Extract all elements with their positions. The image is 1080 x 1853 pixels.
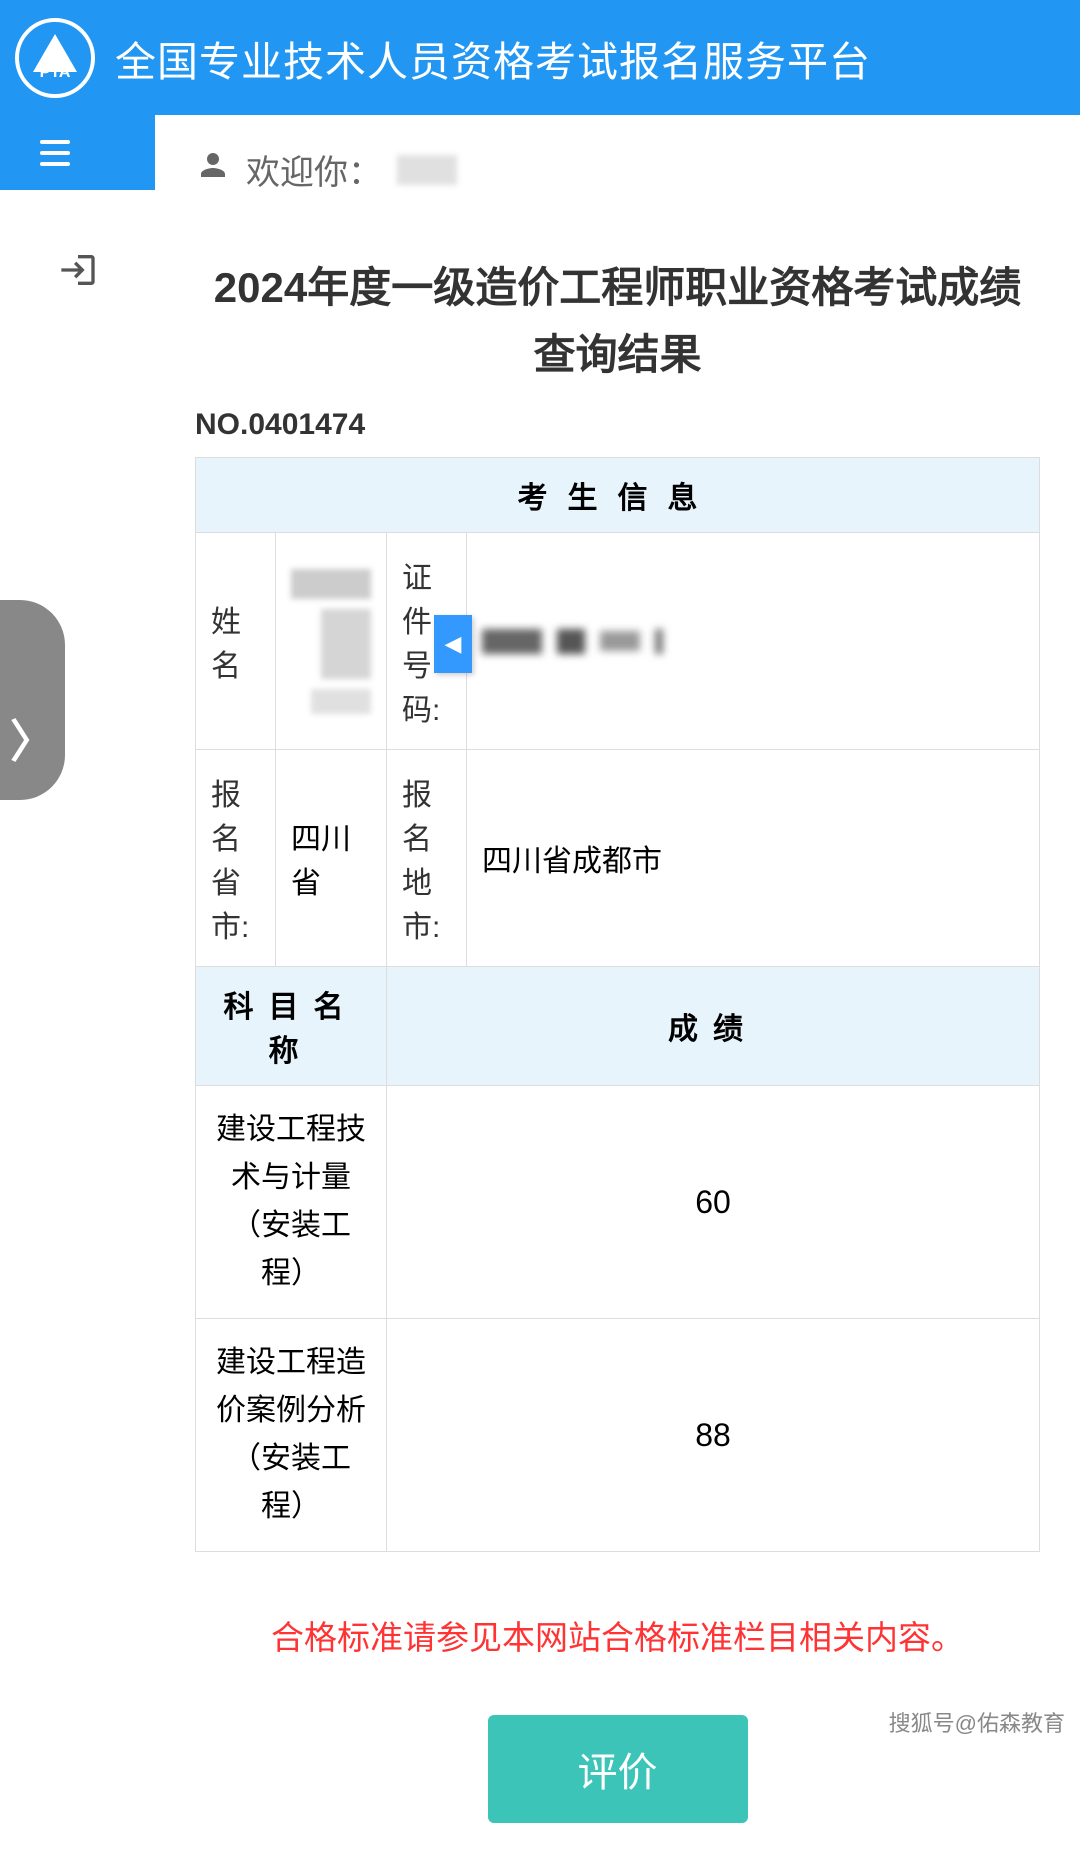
subheader-bar bbox=[0, 115, 155, 190]
subject-name-0: 建设工程技术与计量（安装工程） bbox=[196, 1086, 387, 1319]
floating-tab-arrow-icon[interactable]: ◀ bbox=[434, 615, 472, 673]
redacted-username bbox=[397, 155, 457, 185]
redacted-id bbox=[482, 629, 1024, 654]
watermark-text: 搜狐号@佑森教育 bbox=[889, 1706, 1065, 1738]
score-header: 成绩 bbox=[387, 967, 1040, 1086]
subject-score-1: 88 bbox=[387, 1319, 1040, 1552]
login-icon[interactable] bbox=[58, 250, 98, 300]
reg-province-value: 四川省 bbox=[276, 750, 387, 967]
platform-title: 全国专业技术人员资格考试报名服务平台 bbox=[115, 28, 871, 88]
subject-name-1: 建设工程造价案例分析（安装工程） bbox=[196, 1319, 387, 1552]
name-label: 姓名 bbox=[196, 533, 276, 750]
content-area: 欢迎你： 2024年度一级造价工程师职业资格考试成绩查询结果 NO.040147… bbox=[155, 115, 1080, 1853]
subject-header: 科目名称 bbox=[196, 967, 387, 1086]
page-title: 2024年度一级造价工程师职业资格考试成绩查询结果 bbox=[195, 254, 1040, 388]
floating-nav-handle[interactable]: 〉 bbox=[0, 600, 65, 800]
welcome-row: 欢迎你： bbox=[195, 145, 1040, 194]
pta-logo: PTA bbox=[15, 18, 95, 98]
top-header: PTA 全国专业技术人员资格考试报名服务平台 bbox=[0, 0, 1080, 115]
user-icon bbox=[195, 147, 231, 192]
notice-text: 合格标准请参见本网站合格标准栏目相关内容。 bbox=[195, 1602, 1040, 1675]
subject-score-0: 60 bbox=[387, 1086, 1040, 1319]
reg-province-label: 报名省市: bbox=[196, 750, 276, 967]
reg-city-label: 报名地市: bbox=[387, 750, 467, 967]
table-row: 建设工程技术与计量（安装工程） 60 bbox=[196, 1086, 1040, 1319]
hamburger-menu-icon[interactable] bbox=[40, 140, 70, 166]
table-row: 建设工程造价案例分析（安装工程） 88 bbox=[196, 1319, 1040, 1552]
sidebar bbox=[0, 190, 155, 300]
reg-city-value: 四川省成都市 bbox=[467, 750, 1040, 967]
results-table: 考生信息 姓名 证件号码: bbox=[195, 457, 1040, 1552]
candidate-info-header: 考生信息 bbox=[196, 458, 1040, 533]
evaluate-button[interactable]: 评价 bbox=[488, 1715, 748, 1823]
redacted-name bbox=[291, 569, 371, 714]
record-number: NO.0401474 bbox=[195, 408, 1040, 442]
welcome-text: 欢迎你： bbox=[246, 145, 382, 194]
